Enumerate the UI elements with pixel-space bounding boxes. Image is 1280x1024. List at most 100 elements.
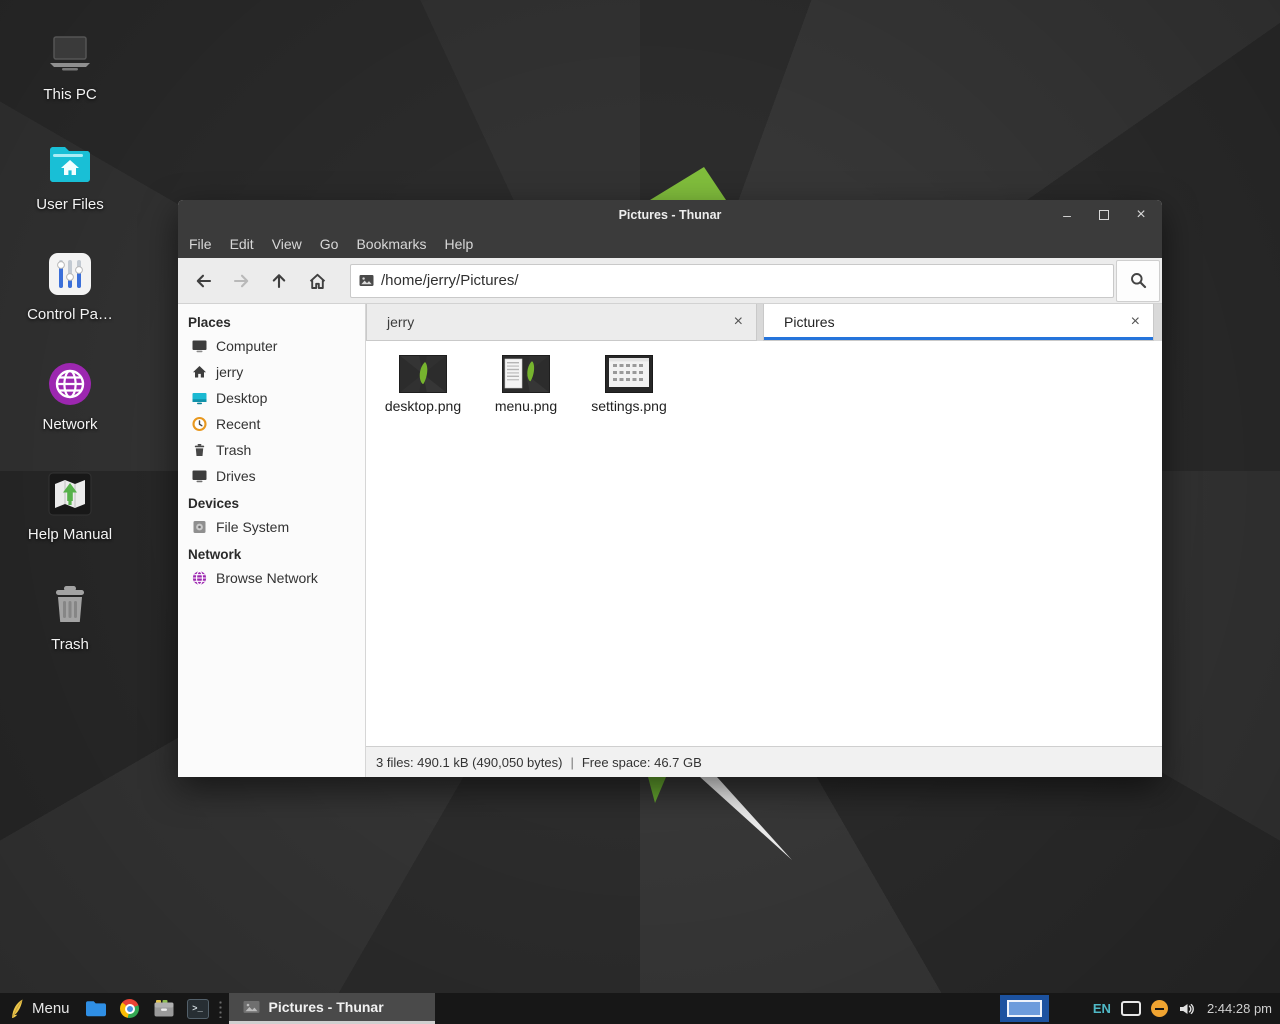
- hard-drive-icon: [191, 519, 208, 535]
- status-files-text: 3 files: 490.1 kB (490,050 bytes): [376, 755, 562, 770]
- file-settings-png[interactable]: settings.png: [581, 349, 677, 414]
- menu-button-label[interactable]: Menu: [32, 1000, 70, 1017]
- menu-edit[interactable]: Edit: [221, 236, 263, 252]
- launcher-chrome[interactable]: [119, 998, 141, 1020]
- tab-close-icon[interactable]: ×: [734, 314, 743, 330]
- tab-jerry[interactable]: jerry ×: [366, 304, 757, 341]
- thumbnail-menu: [502, 355, 550, 393]
- menubar: File Edit View Go Bookmarks Help: [178, 230, 1162, 258]
- status-separator: |: [570, 755, 573, 770]
- keyboard-layout-indicator[interactable]: EN: [1093, 1001, 1111, 1016]
- trash-icon: [191, 442, 208, 458]
- toolbar: /home/jerry/Pictures/: [178, 258, 1162, 304]
- menu-help[interactable]: Help: [436, 236, 483, 252]
- file-manager-icon: [85, 1000, 107, 1017]
- archive-manager-icon: [153, 999, 175, 1018]
- launcher-archive-manager[interactable]: [153, 998, 175, 1020]
- display-settings-icon[interactable]: [1121, 1001, 1141, 1016]
- task-button-thunar[interactable]: Pictures - Thunar: [229, 993, 435, 1024]
- tab-close-icon[interactable]: ×: [1131, 314, 1140, 330]
- window-content: Places Computer jerry: [178, 304, 1162, 777]
- file-menu-png[interactable]: menu.png: [478, 349, 574, 414]
- sidebar-item-file-system[interactable]: File System: [178, 514, 365, 540]
- window-titlebar[interactable]: Pictures - Thunar – ×: [178, 200, 1162, 230]
- sidebar-item-trash[interactable]: Trash: [178, 437, 365, 463]
- desktop-icon-trash[interactable]: Trash: [18, 578, 122, 653]
- window-controls: – ×: [1060, 200, 1148, 230]
- status-bar: 3 files: 490.1 kB (490,050 bytes) | Free…: [366, 746, 1162, 777]
- volume-icon[interactable]: [1178, 1001, 1195, 1017]
- desktop-icon-label: This PC: [18, 86, 122, 103]
- home-icon: [191, 364, 208, 380]
- sidebar-item-label: Trash: [216, 442, 251, 458]
- desktop-icon-this-pc[interactable]: This PC: [18, 28, 122, 103]
- task-button-label: Pictures - Thunar: [269, 999, 384, 1015]
- file-name: menu.png: [478, 398, 574, 414]
- workspace-window-rect: [1007, 1000, 1042, 1017]
- sidebar-item-jerry[interactable]: jerry: [178, 359, 365, 385]
- file-desktop-png[interactable]: desktop.png: [375, 349, 471, 414]
- chrome-icon: [120, 999, 139, 1018]
- sidebar-item-browse-network[interactable]: Browse Network: [178, 565, 365, 591]
- desktop-icon-help-manual[interactable]: Help Manual: [18, 468, 122, 543]
- sidebar-item-drives[interactable]: Drives: [178, 463, 365, 489]
- desktop-icon-label: Network: [18, 416, 122, 433]
- sidebar-item-desktop[interactable]: Desktop: [178, 385, 365, 411]
- menu-file[interactable]: File: [180, 236, 221, 252]
- maximize-icon[interactable]: [1097, 210, 1111, 220]
- clock[interactable]: 2:44:28 pm: [1207, 1001, 1272, 1016]
- sidebar-item-label: Desktop: [216, 390, 267, 406]
- up-button[interactable]: [260, 262, 298, 300]
- tab-label: Pictures: [784, 314, 835, 330]
- path-text: /home/jerry/Pictures/: [381, 272, 519, 289]
- workspace-switcher[interactable]: [1000, 995, 1049, 1022]
- search-icon: [1129, 271, 1148, 290]
- close-icon[interactable]: ×: [1134, 207, 1148, 223]
- desktop-icon-label: Control Pa…: [18, 306, 122, 323]
- feather-logo-icon: [8, 998, 25, 1020]
- wallpaper-feather-tip: [648, 167, 728, 200]
- file-view[interactable]: desktop.png menu.png: [366, 341, 1162, 746]
- home-button[interactable]: [298, 262, 336, 300]
- sidebar-item-computer[interactable]: Computer: [178, 333, 365, 359]
- file-name: desktop.png: [375, 398, 471, 414]
- tab-bar: jerry × Pictures ×: [366, 304, 1162, 341]
- up-arrow-icon: [270, 271, 288, 290]
- image-file-icon: [359, 274, 374, 287]
- system-tray: EN 2:44:28 pm: [1093, 993, 1272, 1024]
- back-button[interactable]: [184, 262, 222, 300]
- network-globe-icon: [47, 361, 93, 407]
- desktop-screen: This PC User Files Control Pa…: [0, 0, 1280, 1024]
- forward-button[interactable]: [222, 262, 260, 300]
- desktop-icon-network[interactable]: Network: [18, 358, 122, 433]
- panel-handle[interactable]: [218, 1000, 224, 1018]
- drives-icon: [191, 468, 208, 484]
- launcher-file-manager[interactable]: [85, 998, 107, 1020]
- sidebar-item-recent[interactable]: Recent: [178, 411, 365, 437]
- desktop-icon-control-panel[interactable]: Control Pa…: [18, 248, 122, 323]
- main-area: jerry × Pictures ×: [366, 304, 1162, 777]
- update-notifier-icon[interactable]: [1151, 1000, 1168, 1017]
- menu-button[interactable]: [8, 998, 25, 1020]
- tab-pictures[interactable]: Pictures ×: [763, 304, 1154, 341]
- menu-go[interactable]: Go: [311, 236, 348, 252]
- launcher-terminal[interactable]: >_: [187, 998, 209, 1020]
- sidebar-item-label: Browse Network: [216, 570, 318, 586]
- menu-view[interactable]: View: [263, 236, 311, 252]
- window-title: Pictures - Thunar: [619, 208, 722, 222]
- desktop-display-icon: [191, 390, 208, 406]
- desktop-icon-label: User Files: [18, 196, 122, 213]
- sidebar-item-label: Drives: [216, 468, 256, 484]
- desktop-icon-user-files[interactable]: User Files: [18, 138, 122, 213]
- sidebar-header-devices: Devices: [178, 489, 365, 514]
- thumbnail-settings: [605, 355, 653, 393]
- computer-icon: [191, 338, 208, 354]
- menu-bookmarks[interactable]: Bookmarks: [347, 236, 435, 252]
- help-manual-icon: [47, 471, 93, 517]
- recent-clock-icon: [191, 416, 208, 432]
- status-free-space-text: Free space: 46.7 GB: [582, 755, 702, 770]
- home-icon: [308, 272, 327, 290]
- path-entry[interactable]: /home/jerry/Pictures/: [350, 264, 1114, 298]
- search-button[interactable]: [1116, 260, 1160, 302]
- minimize-icon[interactable]: –: [1060, 208, 1074, 222]
